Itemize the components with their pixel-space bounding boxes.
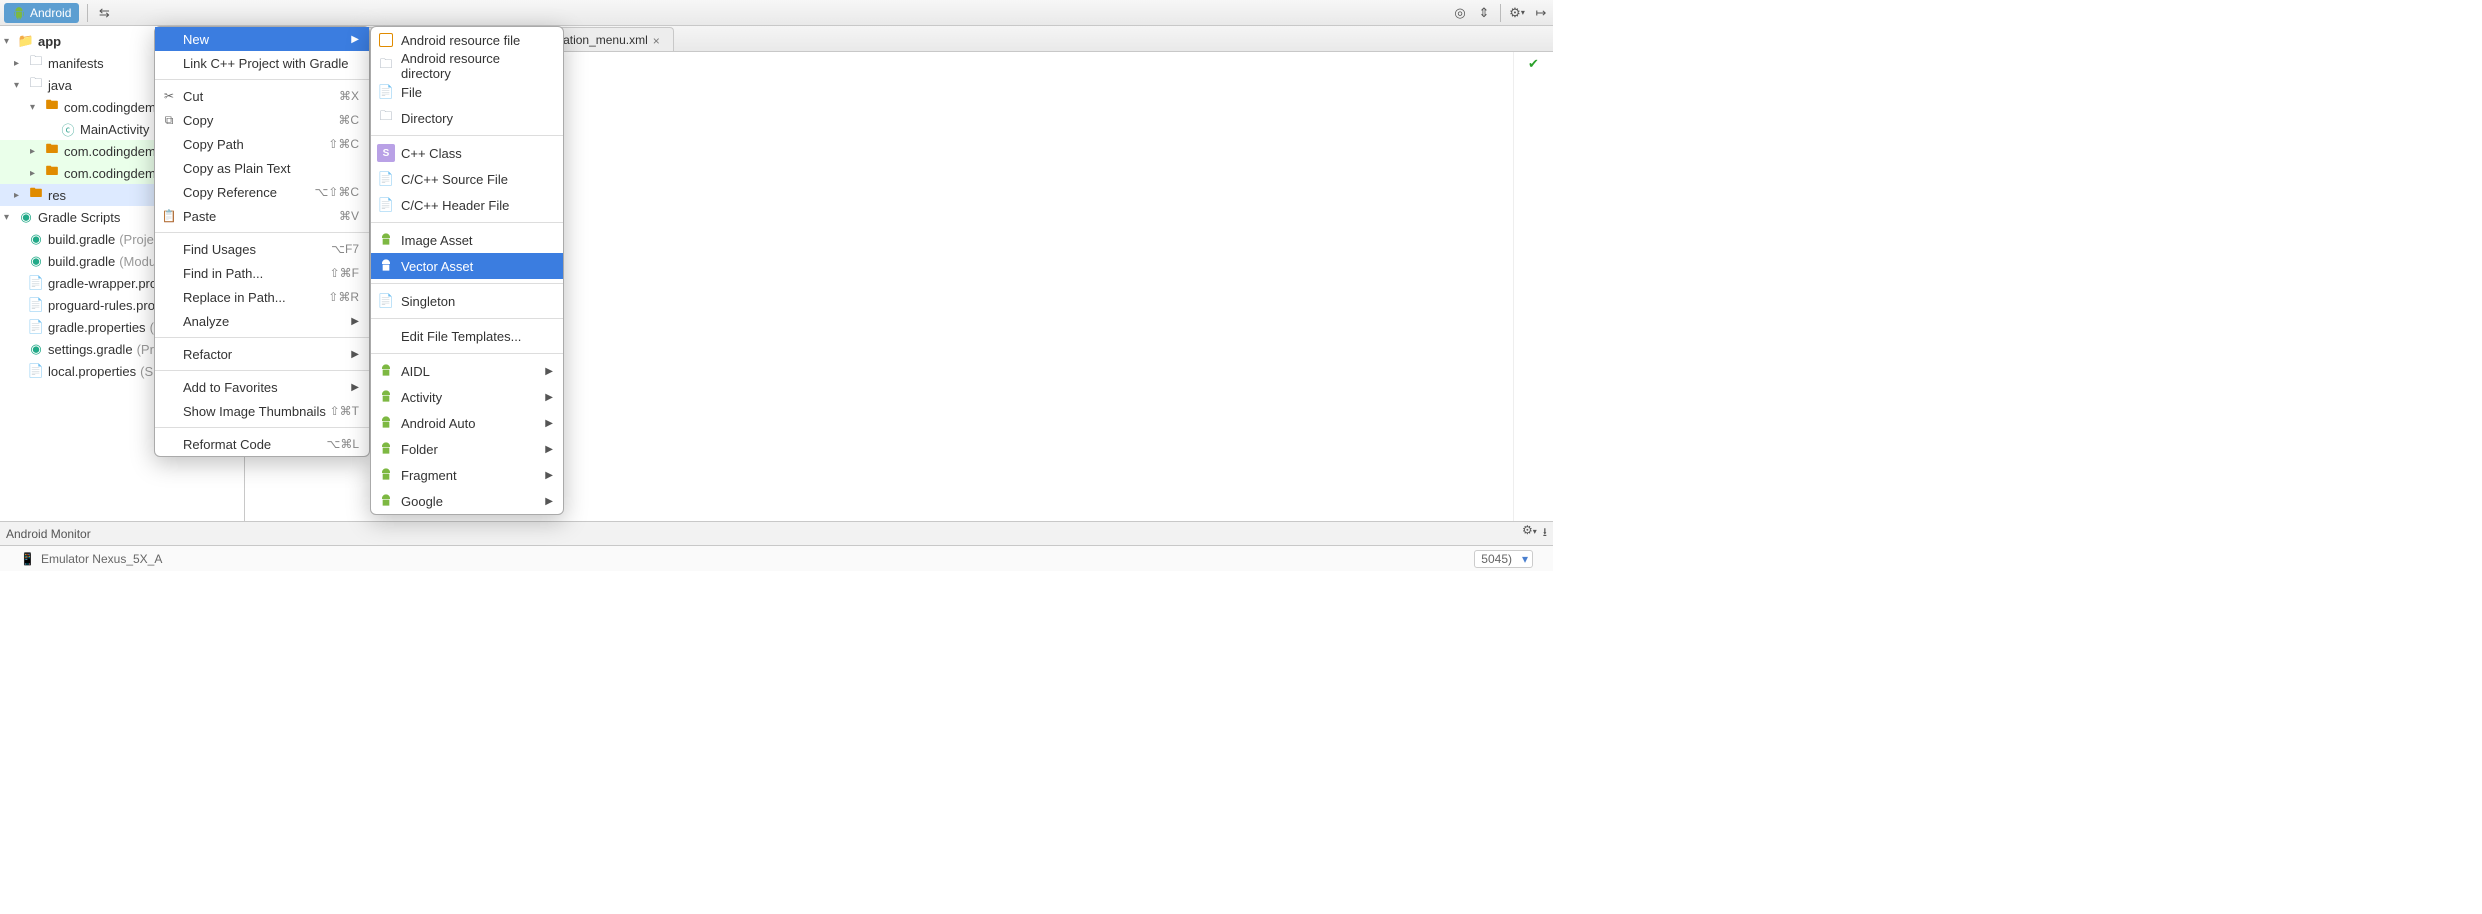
new-c-source[interactable]: 📄C/C++ Source File (371, 166, 563, 192)
android-view-button[interactable]: Android (4, 3, 79, 23)
gradle-file-icon: ◉ (28, 231, 44, 247)
horizontal-arrows-icon[interactable]: ⇆ (92, 1, 116, 25)
android-icon (377, 388, 395, 406)
props-icon: 📄 (28, 319, 44, 335)
paste-icon: 📋 (161, 208, 177, 224)
file-icon: 📄 (377, 83, 395, 101)
folder-icon: 🗀 (377, 57, 395, 75)
new-google[interactable]: Google▶ (371, 488, 563, 514)
cut-icon: ✂ (161, 88, 177, 104)
ctx-replace-in-path[interactable]: Replace in Path...⇧⌘R (155, 285, 369, 309)
folder-icon: 🗀 (377, 109, 395, 127)
hide-icon[interactable]: ↦ (1529, 1, 1553, 25)
collapse-icon[interactable]: ⇕ (1472, 1, 1496, 25)
folder-icon: 🖿 (28, 187, 44, 203)
new-edit-templates[interactable]: Edit File Templates... (371, 323, 563, 349)
props-icon: 📄 (28, 363, 44, 379)
gradle-icon: ◉ (18, 209, 34, 225)
new-directory[interactable]: 🗀Directory (371, 105, 563, 131)
chevron-right-icon: ▶ (351, 34, 359, 45)
android-icon (377, 492, 395, 510)
new-c-header[interactable]: 📄C/C++ Header File (371, 192, 563, 218)
ctx-copy-plain[interactable]: Copy as Plain Text (155, 156, 369, 180)
s-icon: S (377, 144, 395, 162)
ctx-new[interactable]: New▶ (155, 27, 369, 51)
editor-gutter: ✔ (1513, 52, 1553, 521)
ctx-analyze[interactable]: Analyze▶ (155, 309, 369, 333)
android-icon (377, 231, 395, 249)
chevron-right-icon: ▶ (545, 418, 553, 429)
chevron-right-icon: ▶ (545, 496, 553, 507)
ctx-link-cpp[interactable]: Link C++ Project with Gradle (155, 51, 369, 75)
close-icon[interactable]: × (653, 34, 665, 46)
package-icon: 🖿 (44, 99, 60, 115)
new-activity[interactable]: Activity▶ (371, 384, 563, 410)
device-bar: 📱 Emulator Nexus_5X_A 5045) (0, 545, 1553, 571)
top-toolbar: Android ⇆ ◎ ⇕ ⚙▾ ↦ (0, 0, 1553, 26)
chevron-right-icon: ▶ (545, 470, 553, 481)
chevron-right-icon: ▶ (545, 392, 553, 403)
check-icon: ✔ (1514, 56, 1553, 72)
new-singleton[interactable]: 📄Singleton (371, 288, 563, 314)
android-monitor-bar[interactable]: Android Monitor ⚙▾ ⭳ (0, 521, 1553, 545)
new-image-asset[interactable]: Image Asset (371, 227, 563, 253)
ctx-add-favorites[interactable]: Add to Favorites▶ (155, 375, 369, 399)
ctx-cut[interactable]: ✂Cut⌘X (155, 84, 369, 108)
ctx-paste[interactable]: 📋Paste⌘V (155, 204, 369, 228)
ctx-show-thumbnails[interactable]: Show Image Thumbnails⇧⌘T (155, 399, 369, 423)
chevron-right-icon: ▶ (351, 349, 359, 360)
new-cpp-class[interactable]: SC++ Class (371, 140, 563, 166)
ctx-find-in-path[interactable]: Find in Path...⇧⌘F (155, 261, 369, 285)
ctx-copy-ref[interactable]: Copy Reference⌥⇧⌘C (155, 180, 369, 204)
h-icon: 📄 (377, 196, 395, 214)
ctx-reformat-code[interactable]: Reformat Code⌥⌘L (155, 432, 369, 456)
android-icon (377, 440, 395, 458)
copy-icon: ⧉ (161, 112, 177, 128)
chevron-right-icon: ▶ (351, 316, 359, 327)
android-icon (377, 414, 395, 432)
chevron-right-icon: ▶ (351, 382, 359, 393)
download-icon[interactable]: ⭳ (1543, 523, 1547, 544)
process-selector[interactable]: 5045) (1474, 550, 1533, 568)
emulator-icon: 📱 (20, 552, 35, 566)
gradle-file-icon: ◉ (28, 341, 44, 357)
ctx-refactor[interactable]: Refactor▶ (155, 342, 369, 366)
module-icon: 📁 (18, 33, 34, 49)
gradle-file-icon: ◉ (28, 253, 44, 269)
c-icon: 📄 (377, 170, 395, 188)
class-icon: ⓒ (60, 121, 76, 137)
new-android-resource-file[interactable]: Android resource file (371, 27, 563, 53)
new-aidl[interactable]: AIDL▶ (371, 358, 563, 384)
android-icon (377, 466, 395, 484)
package-icon: 🖿 (44, 165, 60, 181)
new-submenu: Android resource file 🗀Android resource … (370, 26, 564, 515)
new-vector-asset[interactable]: Vector Asset (371, 253, 563, 279)
ctx-copy[interactable]: ⧉Copy⌘C (155, 108, 369, 132)
new-android-resource-dir[interactable]: 🗀Android resource directory (371, 53, 563, 79)
android-monitor-label: Android Monitor (6, 527, 91, 541)
device-label: Emulator Nexus_5X_A (41, 552, 162, 566)
new-fragment[interactable]: Fragment▶ (371, 462, 563, 488)
folder-icon: 🗀 (28, 77, 44, 93)
target-icon[interactable]: ◎ (1448, 1, 1472, 25)
ctx-find-usages[interactable]: Find Usages⌥F7 (155, 237, 369, 261)
new-folder[interactable]: Folder▶ (371, 436, 563, 462)
chevron-right-icon: ▶ (545, 366, 553, 377)
props-icon: 📄 (28, 275, 44, 291)
file-icon: 📄 (377, 292, 395, 310)
xml-icon (377, 31, 395, 49)
chevron-right-icon: ▶ (545, 444, 553, 455)
file-icon: 📄 (28, 297, 44, 313)
android-icon (377, 362, 395, 380)
gear-icon[interactable]: ⚙▾ (1522, 523, 1537, 544)
android-icon (377, 257, 395, 275)
context-menu: New▶ Link C++ Project with Gradle ✂Cut⌘X… (154, 26, 370, 457)
ctx-copy-path[interactable]: Copy Path⇧⌘C (155, 132, 369, 156)
package-icon: 🖿 (44, 143, 60, 159)
new-android-auto[interactable]: Android Auto▶ (371, 410, 563, 436)
folder-icon: 🗀 (28, 55, 44, 71)
android-view-label: Android (30, 6, 71, 20)
new-file[interactable]: 📄File (371, 79, 563, 105)
gear-icon[interactable]: ⚙▾ (1505, 1, 1529, 25)
